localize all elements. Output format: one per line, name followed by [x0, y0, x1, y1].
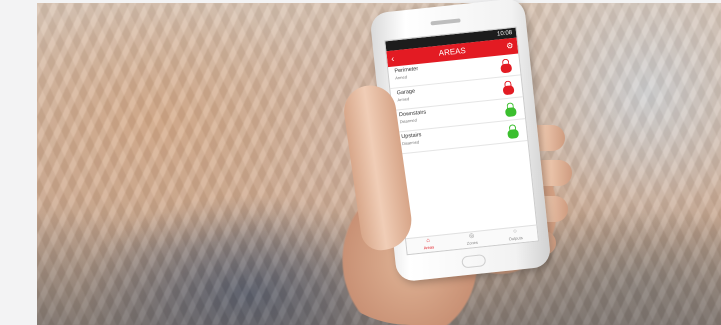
nav-label: Zones: [466, 239, 479, 246]
bottom-nav: ⌂ Areas ◎ Zones ○ Outputs: [405, 224, 538, 255]
nav-label: Outputs: [508, 235, 523, 242]
unlock-icon[interactable]: [507, 124, 520, 140]
phone-speaker: [430, 18, 461, 26]
app-title: AREAS: [438, 45, 467, 58]
status-time: 10:08: [496, 30, 513, 38]
lock-icon[interactable]: [500, 58, 513, 74]
nav-item-outputs[interactable]: ○ Outputs: [495, 226, 536, 245]
nav-label: Areas: [423, 244, 435, 251]
unlock-icon[interactable]: [504, 102, 517, 118]
home-button: [461, 254, 487, 269]
gear-icon[interactable]: ⚙: [505, 38, 514, 55]
nav-item-areas[interactable]: ⌂ Areas: [408, 235, 449, 254]
back-arrow-icon[interactable]: ‹: [390, 51, 395, 67]
nav-item-zones[interactable]: ◎ Zones: [451, 230, 492, 249]
lock-icon[interactable]: [502, 80, 515, 96]
